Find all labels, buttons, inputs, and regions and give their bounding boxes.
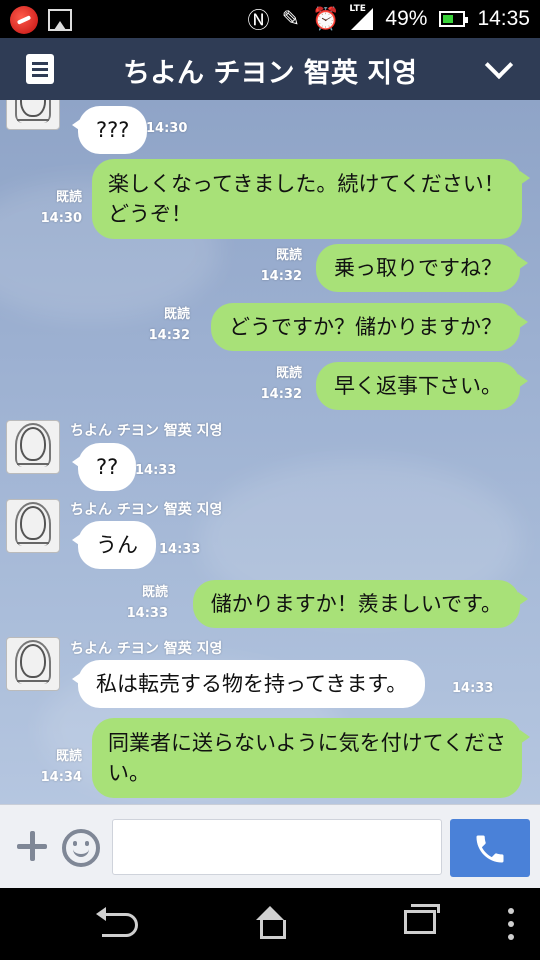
message-time: 14:33 — [452, 681, 494, 696]
message-bubble-outgoing[interactable]: 儲かりますか！羨ましいです。 — [192, 580, 529, 628]
message-input-bar — [0, 804, 540, 888]
chevron-down-icon[interactable] — [486, 55, 512, 81]
message-time: 14:30 — [146, 121, 188, 136]
message-input[interactable] — [112, 819, 442, 875]
nfc-icon: Ⓝ — [247, 9, 270, 34]
network-type: LTE — [349, 4, 366, 14]
read-receipt: 既読 — [275, 248, 302, 263]
message-bubble-outgoing[interactable]: 乗っ取りですね？ — [316, 244, 528, 292]
read-receipt: 既読 — [55, 749, 82, 764]
system-nav-bar — [0, 888, 540, 960]
clock: 14:35 — [477, 7, 530, 30]
chat-area[interactable]: ??? 14:30 既読 14:30 楽しくなってきました。続けてください！どう… — [0, 100, 540, 804]
message-bubble-outgoing[interactable]: 同業者に送らないように気を付けてください。 — [92, 718, 530, 798]
message-time: 14:32 — [260, 269, 302, 284]
app-notification-icon — [10, 6, 38, 34]
smiley-icon[interactable] — [62, 829, 100, 867]
notification-icons — [10, 6, 72, 34]
message-bubble-incoming[interactable]: ?? — [71, 443, 137, 491]
status-bar: Ⓝ ✎ ⏰ LTE 49% 14:35 — [0, 0, 540, 38]
message-time: 14:34 — [40, 770, 82, 785]
message-time: 14:32 — [260, 387, 302, 402]
message-bubble-incoming[interactable]: うん — [72, 521, 156, 569]
message-bubble-incoming[interactable]: 私は転売する物を持ってきます。 — [71, 660, 426, 708]
read-receipt: 既読 — [163, 307, 190, 322]
avatar[interactable] — [6, 499, 60, 553]
more-icon[interactable] — [508, 908, 514, 940]
back-icon[interactable] — [96, 907, 138, 937]
read-receipt: 既読 — [141, 585, 168, 600]
battery-icon — [439, 11, 469, 27]
call-button[interactable] — [450, 819, 530, 877]
sender-name: ちよん チヨン 智英 지영 — [70, 423, 223, 439]
avatar[interactable] — [6, 100, 60, 130]
avatar[interactable] — [6, 637, 60, 691]
message-bubble-outgoing[interactable]: どうですか？儲かりますか？ — [211, 303, 528, 351]
signal-icon: LTE — [349, 4, 374, 30]
message-bubble-outgoing[interactable]: 早く返事下さい。 — [316, 362, 528, 410]
image-notification-icon — [48, 9, 72, 31]
chat-title: ちよん チヨン 智英 지영 — [123, 58, 417, 89]
status-icons: Ⓝ ✎ ⏰ LTE 49% 14:35 — [248, 0, 530, 38]
message-time: 14:30 — [40, 211, 82, 226]
sender-name: ちよん チヨン 智英 지영 — [70, 502, 223, 518]
phone-icon — [476, 835, 504, 863]
alarm-icon: ⏰ — [312, 6, 340, 32]
vibrate-icon: ✎ — [281, 6, 300, 32]
message-bubble-incoming[interactable]: ??? — [71, 106, 148, 154]
message-bubble-outgoing[interactable]: 楽しくなってきました。続けてください！どうぞ！ — [92, 159, 530, 239]
recent-apps-icon[interactable] — [404, 904, 440, 934]
home-icon[interactable] — [254, 906, 286, 939]
sender-name: ちよん チヨン 智英 지영 — [70, 641, 223, 657]
avatar[interactable] — [6, 420, 60, 474]
read-receipt: 既読 — [275, 366, 302, 381]
plus-icon[interactable] — [14, 829, 50, 865]
message-time: 14:33 — [135, 463, 177, 478]
message-time: 14:32 — [148, 328, 190, 343]
chat-header: ちよん チヨン 智英 지영 — [0, 38, 540, 100]
read-receipt: 既読 — [55, 190, 82, 205]
message-time: 14:33 — [126, 606, 168, 621]
battery-percent: 49% — [385, 7, 428, 30]
message-time: 14:33 — [159, 542, 201, 557]
